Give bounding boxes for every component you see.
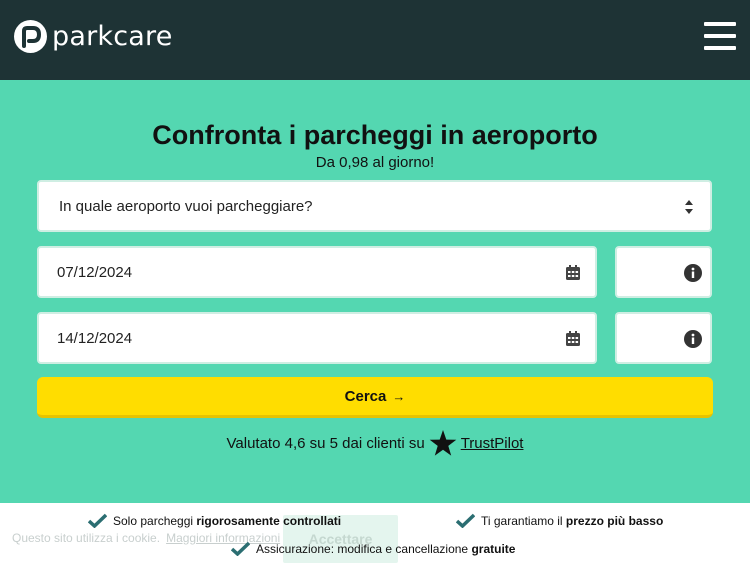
- calendar-icon[interactable]: [565, 264, 581, 281]
- end-date-value: 14/12/2024: [57, 329, 133, 347]
- feature-item: Assicurazione: modifica e cancellazione …: [231, 541, 515, 556]
- arrow-right-icon: →: [392, 388, 406, 404]
- info-icon[interactable]: [684, 264, 702, 282]
- sort-caret-icon: [685, 200, 693, 214]
- search-button-label: Cerca: [344, 387, 387, 405]
- end-time-input[interactable]: [615, 312, 712, 364]
- check-icon: [88, 513, 107, 528]
- feature-text-bold: rigorosamente controllati: [196, 513, 342, 528]
- info-icon[interactable]: [684, 330, 702, 348]
- feature-item: Ti garantiamo il prezzo più basso: [456, 513, 663, 528]
- feature-text: Ti garantiamo il: [481, 513, 566, 528]
- star-icon: [429, 430, 456, 456]
- start-date-input[interactable]: 07/12/2024: [37, 246, 597, 298]
- airport-select[interactable]: In quale aeroporto vuoi parcheggiare?: [37, 180, 712, 232]
- calendar-icon[interactable]: [565, 330, 581, 347]
- feature-text: Assicurazione: modifica e cancellazione: [256, 541, 472, 556]
- check-icon: [231, 541, 250, 556]
- end-date-input[interactable]: 14/12/2024: [37, 312, 597, 364]
- feature-text: Solo parcheggi: [113, 513, 197, 528]
- airport-select-label: In quale aeroporto vuoi parcheggiare?: [59, 197, 313, 215]
- rating-row: Valutato 4,6 su 5 dai clienti su TrustPi…: [0, 430, 750, 457]
- menu-icon[interactable]: [704, 22, 736, 50]
- price-subtitle: Da 0,98 al giorno!: [315, 154, 435, 171]
- parkcare-logo-icon: [14, 20, 47, 53]
- top-navbar: parkcare: [0, 0, 750, 80]
- start-date-value: 07/12/2024: [57, 263, 133, 281]
- check-icon: [456, 513, 475, 528]
- feature-item: Solo parcheggi rigorosamente controllati: [88, 513, 341, 528]
- page-title: Confronta i parcheggi in aeroporto: [152, 120, 598, 150]
- search-button[interactable]: Cerca →: [37, 377, 713, 418]
- feature-text-bold: prezzo più basso: [565, 513, 664, 528]
- parkcare-logo[interactable]: parkcare: [14, 20, 173, 53]
- start-time-input[interactable]: [615, 246, 712, 298]
- trustpilot-link[interactable]: TrustPilot: [461, 435, 524, 452]
- brand-name: parkcare: [52, 21, 173, 52]
- rating-text: Valutato 4,6 su 5 dai clienti su: [226, 435, 425, 452]
- feature-text-bold: gratuite: [471, 541, 516, 556]
- cookie-text: Questo sito utilizza i cookie.: [12, 531, 161, 545]
